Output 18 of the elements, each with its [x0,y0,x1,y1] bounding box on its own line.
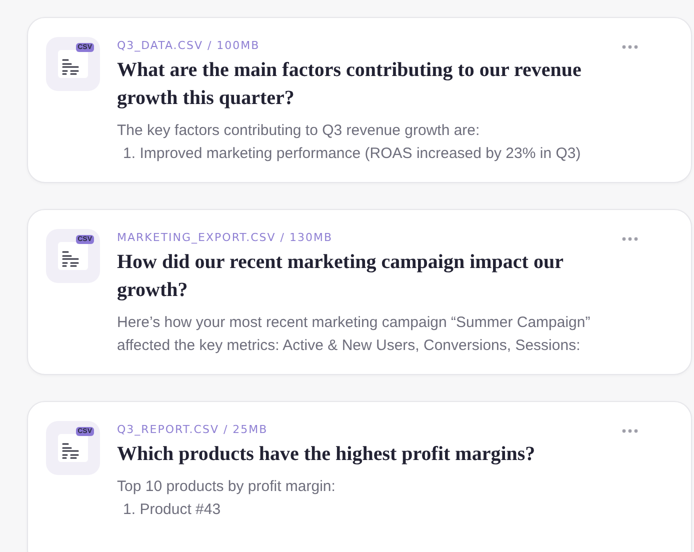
question-title: What are the main factors contributing to our revenue growth this quarter? [117,58,582,111]
more-options-icon[interactable] [622,429,638,433]
more-options-icon[interactable] [622,237,638,241]
query-card[interactable] [27,17,692,183]
answer-list-item: Product #43 [140,501,221,518]
answer-summary: Top 10 products by profit margin: [117,477,336,497]
file-name: Q3_DATA.CSV / 100MB [117,39,260,52]
question-title: How did our recent marketing campaign impact our growth? [117,250,564,303]
file-name: Q3_REPORT.CSV / 25MB [117,423,268,436]
answer-summary: Here’s how your most recent marketing campaign “Summer Campaign” affected the key metrics: Active & New Users, Conversions, Sessions: [117,313,592,356]
list-number: 1. [123,145,136,162]
more-options-icon[interactable] [622,45,638,49]
question-title: Which products have the highest profit margins? [117,442,536,467]
query-card[interactable] [27,209,692,375]
answer-list-item: Improved marketing performance (ROAS increased by 23% in Q3) [140,145,581,162]
list-number: 1. [123,501,136,518]
answer-summary: The key factors contributing to Q3 revenue growth are: [117,121,481,141]
file-name: MARKETING_EXPORT.CSV / 130MB [117,231,332,244]
